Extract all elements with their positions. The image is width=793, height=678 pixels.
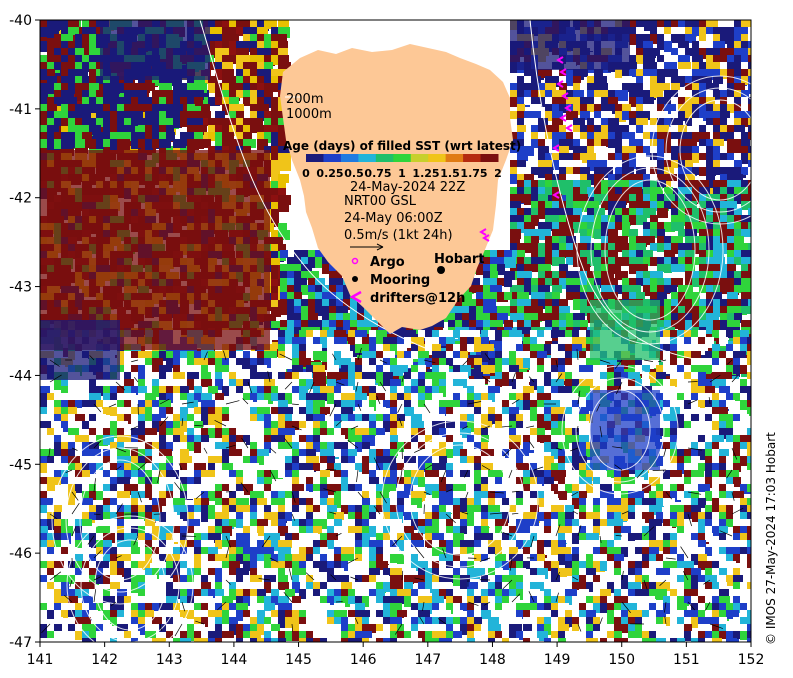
x-tick-label: 149 <box>544 652 571 668</box>
y-tick-label: -44 <box>9 368 32 384</box>
colorbar-tick-label: 1.75 <box>460 167 487 180</box>
colorbar-tick-label: 1 <box>398 167 406 180</box>
x-tick-label: 145 <box>285 652 312 668</box>
drifters-label: drifters@12h <box>370 291 465 306</box>
x-tick-label: 147 <box>414 652 441 668</box>
y-tick-label: -43 <box>9 280 32 296</box>
colorbar-swatch <box>393 154 412 162</box>
x-tick-label: 152 <box>738 652 765 668</box>
mooring-label: Mooring <box>370 273 430 288</box>
currents-source: NRT00 GSL <box>344 194 417 209</box>
x-tick-label: 141 <box>27 652 54 668</box>
colorbar-tick-label: 1.5 <box>440 167 460 180</box>
x-tick-label: 146 <box>350 652 377 668</box>
colorbar-swatch <box>306 154 324 162</box>
x-tick-label: 150 <box>608 652 635 668</box>
sst-age-map: 141 142 143 144 145 146 147 148 149 150 151 152 -40… <box>9 13 765 668</box>
x-tick-label: 148 <box>479 652 506 668</box>
hobart-mooring-marker <box>437 266 445 274</box>
x-tick-label: 143 <box>156 652 183 668</box>
x-tick-label: 144 <box>221 652 248 668</box>
x-tick-label: 151 <box>673 652 700 668</box>
colorbar-tick-label: 0.25 <box>316 167 343 180</box>
colorbar-swatches <box>306 154 499 162</box>
y-axis: -40 -41 -42 -43 -44 -45 -46 -47 <box>9 13 40 651</box>
y-tick-label: -40 <box>9 13 32 29</box>
date-label: 24-May-2024 22Z <box>350 180 465 195</box>
y-tick-label: -47 <box>9 635 32 651</box>
credit-text: © IMOS 27-May-2024 17:03 Hobart <box>764 432 778 645</box>
map-plot-area <box>40 20 751 642</box>
colorbar-swatch <box>340 154 359 162</box>
colorbar-tick-label: 0 <box>302 167 310 180</box>
vector-scale-label: 0.5m/s (1kt 24h) <box>344 228 453 243</box>
city-label: Hobart <box>434 252 485 267</box>
colorbar: Age (days) of filled SST (wrt latest) 00… <box>283 139 521 180</box>
colorbar-tick-label: 0.5 <box>344 167 364 180</box>
colorbar-swatch <box>428 154 447 162</box>
currents-time: 24-May 06:00Z <box>344 211 443 226</box>
colorbar-labels: 0 0.25 0.5 0.75 1 1.25 1.5 1.75 2 <box>302 167 502 180</box>
y-tick-label: -41 <box>9 102 32 118</box>
colorbar-swatch <box>463 154 482 162</box>
x-axis: 141 142 143 144 145 146 147 148 149 150 151 152 <box>27 642 765 668</box>
colorbar-swatch <box>480 154 499 162</box>
colorbar-swatch <box>358 154 377 162</box>
y-tick-label: -42 <box>9 191 32 207</box>
colorbar-title: Age (days) of filled SST (wrt latest) <box>283 139 521 153</box>
colorbar-swatch <box>445 154 464 162</box>
argo-label: Argo <box>370 255 405 270</box>
colorbar-swatch <box>410 154 429 162</box>
mooring-symbol <box>352 276 358 282</box>
x-tick-label: 142 <box>91 652 118 668</box>
colorbar-swatch <box>375 154 394 162</box>
colorbar-tick-label: 0.75 <box>364 167 391 180</box>
colorbar-swatch <box>323 154 342 162</box>
depth-200-label: 200m <box>286 92 323 107</box>
y-tick-label: -45 <box>9 457 32 473</box>
colorbar-tick-label: 1.25 <box>412 167 439 180</box>
colorbar-tick-label: 2 <box>494 167 502 180</box>
depth-1000-label: 1000m <box>286 107 332 122</box>
y-tick-label: -46 <box>9 546 32 562</box>
